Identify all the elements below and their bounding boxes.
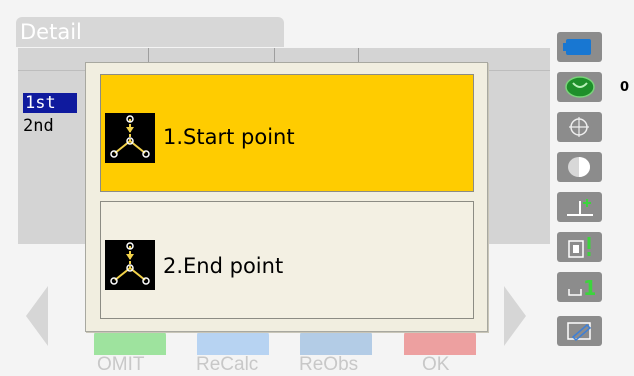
input-mode-button[interactable]: 1 [557, 272, 602, 302]
recalc-label: ReCalc [196, 354, 259, 375]
svg-text:1: 1 [583, 276, 595, 299]
target-icon [569, 117, 589, 137]
edm-button[interactable] [557, 232, 602, 262]
omit-softkey-button[interactable] [94, 331, 166, 355]
ok-softkey-button[interactable] [404, 331, 476, 355]
battery-button[interactable] [557, 32, 602, 62]
survey-screen: Detail 1st 2nd OMIT ReCalc ReObs OK 1.St… [0, 0, 634, 376]
recalc-softkey-button[interactable] [197, 331, 269, 355]
page-title: Detail [20, 20, 82, 44]
tilt-icon [565, 76, 595, 98]
survey-point-icon [105, 240, 155, 290]
laser-button[interactable] [557, 152, 602, 182]
ok-label: OK [422, 354, 450, 375]
end-point-option[interactable]: 2.End point [100, 201, 474, 319]
tilt-value: 0 [620, 80, 630, 95]
point-select-dialog: 1.Start point 2.End point [85, 62, 488, 332]
battery-terminal [563, 43, 566, 51]
scroll-left-arrow[interactable] [26, 286, 48, 346]
scroll-right-arrow[interactable] [504, 286, 526, 346]
laser-icon [568, 157, 590, 177]
start-point-option[interactable]: 1.Start point [100, 74, 474, 192]
survey-point-icon [105, 113, 155, 163]
reobs-label: ReObs [299, 354, 359, 375]
omit-label: OMIT [97, 354, 145, 375]
title-bar: Detail [16, 17, 284, 47]
side-status-panel: 0 1 [557, 30, 629, 360]
table-row[interactable]: 1st [23, 93, 77, 113]
offset-button[interactable] [557, 192, 602, 222]
input-mode-icon: 1 [568, 276, 595, 299]
battery-icon [566, 39, 591, 55]
target-button[interactable] [557, 112, 602, 142]
edit-icon [567, 322, 592, 342]
start-point-label: 1.Start point [163, 125, 295, 149]
tilt-button[interactable] [557, 72, 602, 102]
edm-icon [568, 237, 591, 258]
end-point-label: 2.End point [163, 254, 284, 278]
table-row[interactable]: 2nd [23, 116, 54, 136]
edit-button[interactable] [557, 316, 602, 346]
reobs-softkey-button[interactable] [300, 331, 372, 355]
offset-icon [567, 199, 593, 216]
